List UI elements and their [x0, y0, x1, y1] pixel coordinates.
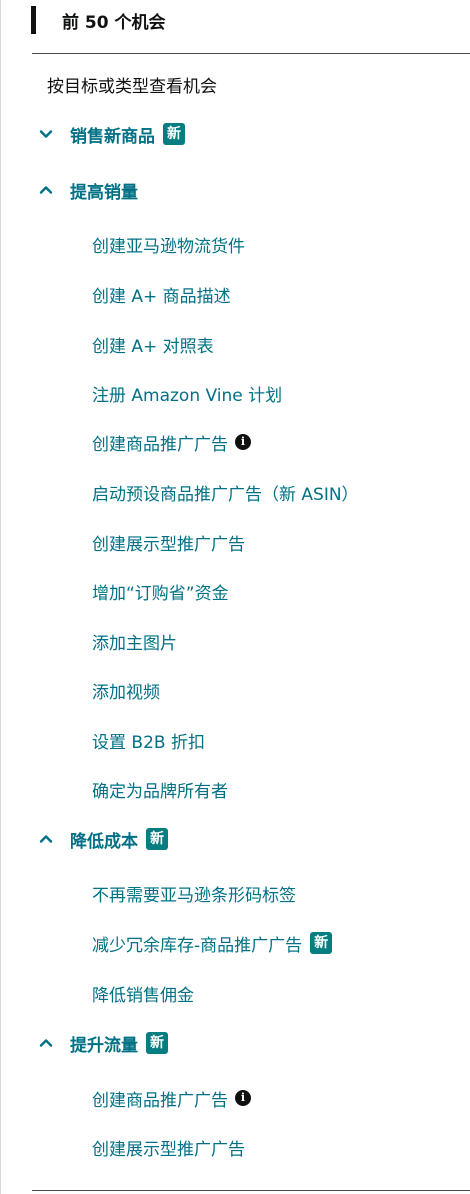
info-icon[interactable]: i	[235, 1090, 251, 1106]
link-label: 创建展示型推广广告	[92, 534, 245, 555]
opportunity-link[interactable]: 添加视频	[92, 676, 160, 704]
opportunity-link[interactable]: 启动预设商品推广广告（新 ASIN）	[92, 478, 359, 506]
section-toggle-sell-new[interactable]: 销售新商品 新	[37, 120, 185, 148]
opportunity-link[interactable]: 降低销售佣金	[92, 979, 194, 1007]
chevron-up-icon	[37, 1034, 55, 1052]
link-label: 不再需要亚马逊条形码标签	[92, 885, 296, 906]
link-label: 创建商品推广广告	[92, 434, 228, 455]
opportunity-link[interactable]: 创建亚马逊物流货件	[92, 230, 245, 258]
link-label: 创建 A+ 商品描述	[92, 286, 231, 307]
link-label: 增加“订购省”资金	[92, 583, 229, 604]
section-toggle-reduce-costs[interactable]: 降低成本 新	[37, 825, 168, 853]
opportunity-link[interactable]: 创建商品推广广告 i	[92, 428, 251, 456]
section-label: 提高销量	[70, 182, 138, 203]
new-badge: 新	[163, 123, 185, 145]
link-label: 确定为品牌所有者	[92, 781, 228, 802]
link-label: 设置 B2B 折扣	[92, 732, 205, 753]
new-badge: 新	[310, 932, 333, 954]
opportunity-link[interactable]: 添加主图片	[92, 627, 177, 655]
opportunity-link[interactable]: 不再需要亚马逊条形码标签	[92, 879, 296, 907]
opportunities-panel: 前 50 个机会 按目标或类型查看机会 销售新商品 新 提高销量 创建亚马逊物流…	[0, 0, 470, 1194]
link-label: 创建展示型推广广告	[92, 1139, 245, 1160]
link-label: 添加视频	[92, 682, 160, 703]
link-label: 创建商品推广广告	[92, 1090, 228, 1111]
opportunity-link[interactable]: 减少冗余库存-商品推广广告 新	[92, 929, 333, 957]
page-title: 前 50 个机会	[62, 12, 166, 33]
info-icon[interactable]: i	[235, 434, 251, 450]
section-label: 销售新商品	[70, 126, 155, 147]
chevron-down-icon	[37, 125, 55, 143]
section-toggle-increase-traffic[interactable]: 提升流量 新	[37, 1029, 168, 1057]
opportunity-link[interactable]: 设置 B2B 折扣	[92, 726, 205, 754]
header-divider	[32, 53, 470, 54]
opportunity-link[interactable]: 创建 A+ 商品描述	[92, 280, 231, 308]
link-label: 启动预设商品推广广告（新 ASIN）	[92, 484, 359, 505]
chevron-up-icon	[37, 181, 55, 199]
opportunity-link[interactable]: 创建展示型推广广告	[92, 1133, 245, 1161]
link-label: 创建 A+ 对照表	[92, 336, 214, 357]
section-toggle-increase-sales[interactable]: 提高销量	[37, 176, 138, 204]
link-label: 创建亚马逊物流货件	[92, 236, 245, 257]
panel-header: 前 50 个机会	[31, 6, 166, 34]
opportunity-link[interactable]: 创建商品推广广告 i	[92, 1084, 251, 1112]
section-label: 提升流量	[70, 1035, 138, 1056]
opportunity-link[interactable]: 创建展示型推广广告	[92, 528, 245, 556]
opportunity-link[interactable]: 注册 Amazon Vine 计划	[92, 379, 282, 407]
opportunity-link[interactable]: 增加“订购省”资金	[92, 577, 229, 605]
footer-divider	[32, 1190, 470, 1191]
section-subtitle: 按目标或类型查看机会	[47, 77, 217, 97]
section-label: 降低成本	[70, 831, 138, 852]
link-label: 减少冗余库存-商品推广广告	[92, 935, 303, 956]
new-badge: 新	[146, 828, 168, 850]
link-label: 添加主图片	[92, 633, 177, 654]
link-label: 注册 Amazon Vine 计划	[92, 385, 283, 406]
new-badge: 新	[146, 1032, 168, 1054]
chevron-up-icon	[37, 830, 55, 848]
link-label: 降低销售佣金	[92, 985, 194, 1006]
opportunity-link[interactable]: 确定为品牌所有者	[92, 775, 228, 803]
opportunity-link[interactable]: 创建 A+ 对照表	[92, 330, 214, 358]
header-accent-bar	[31, 6, 36, 34]
